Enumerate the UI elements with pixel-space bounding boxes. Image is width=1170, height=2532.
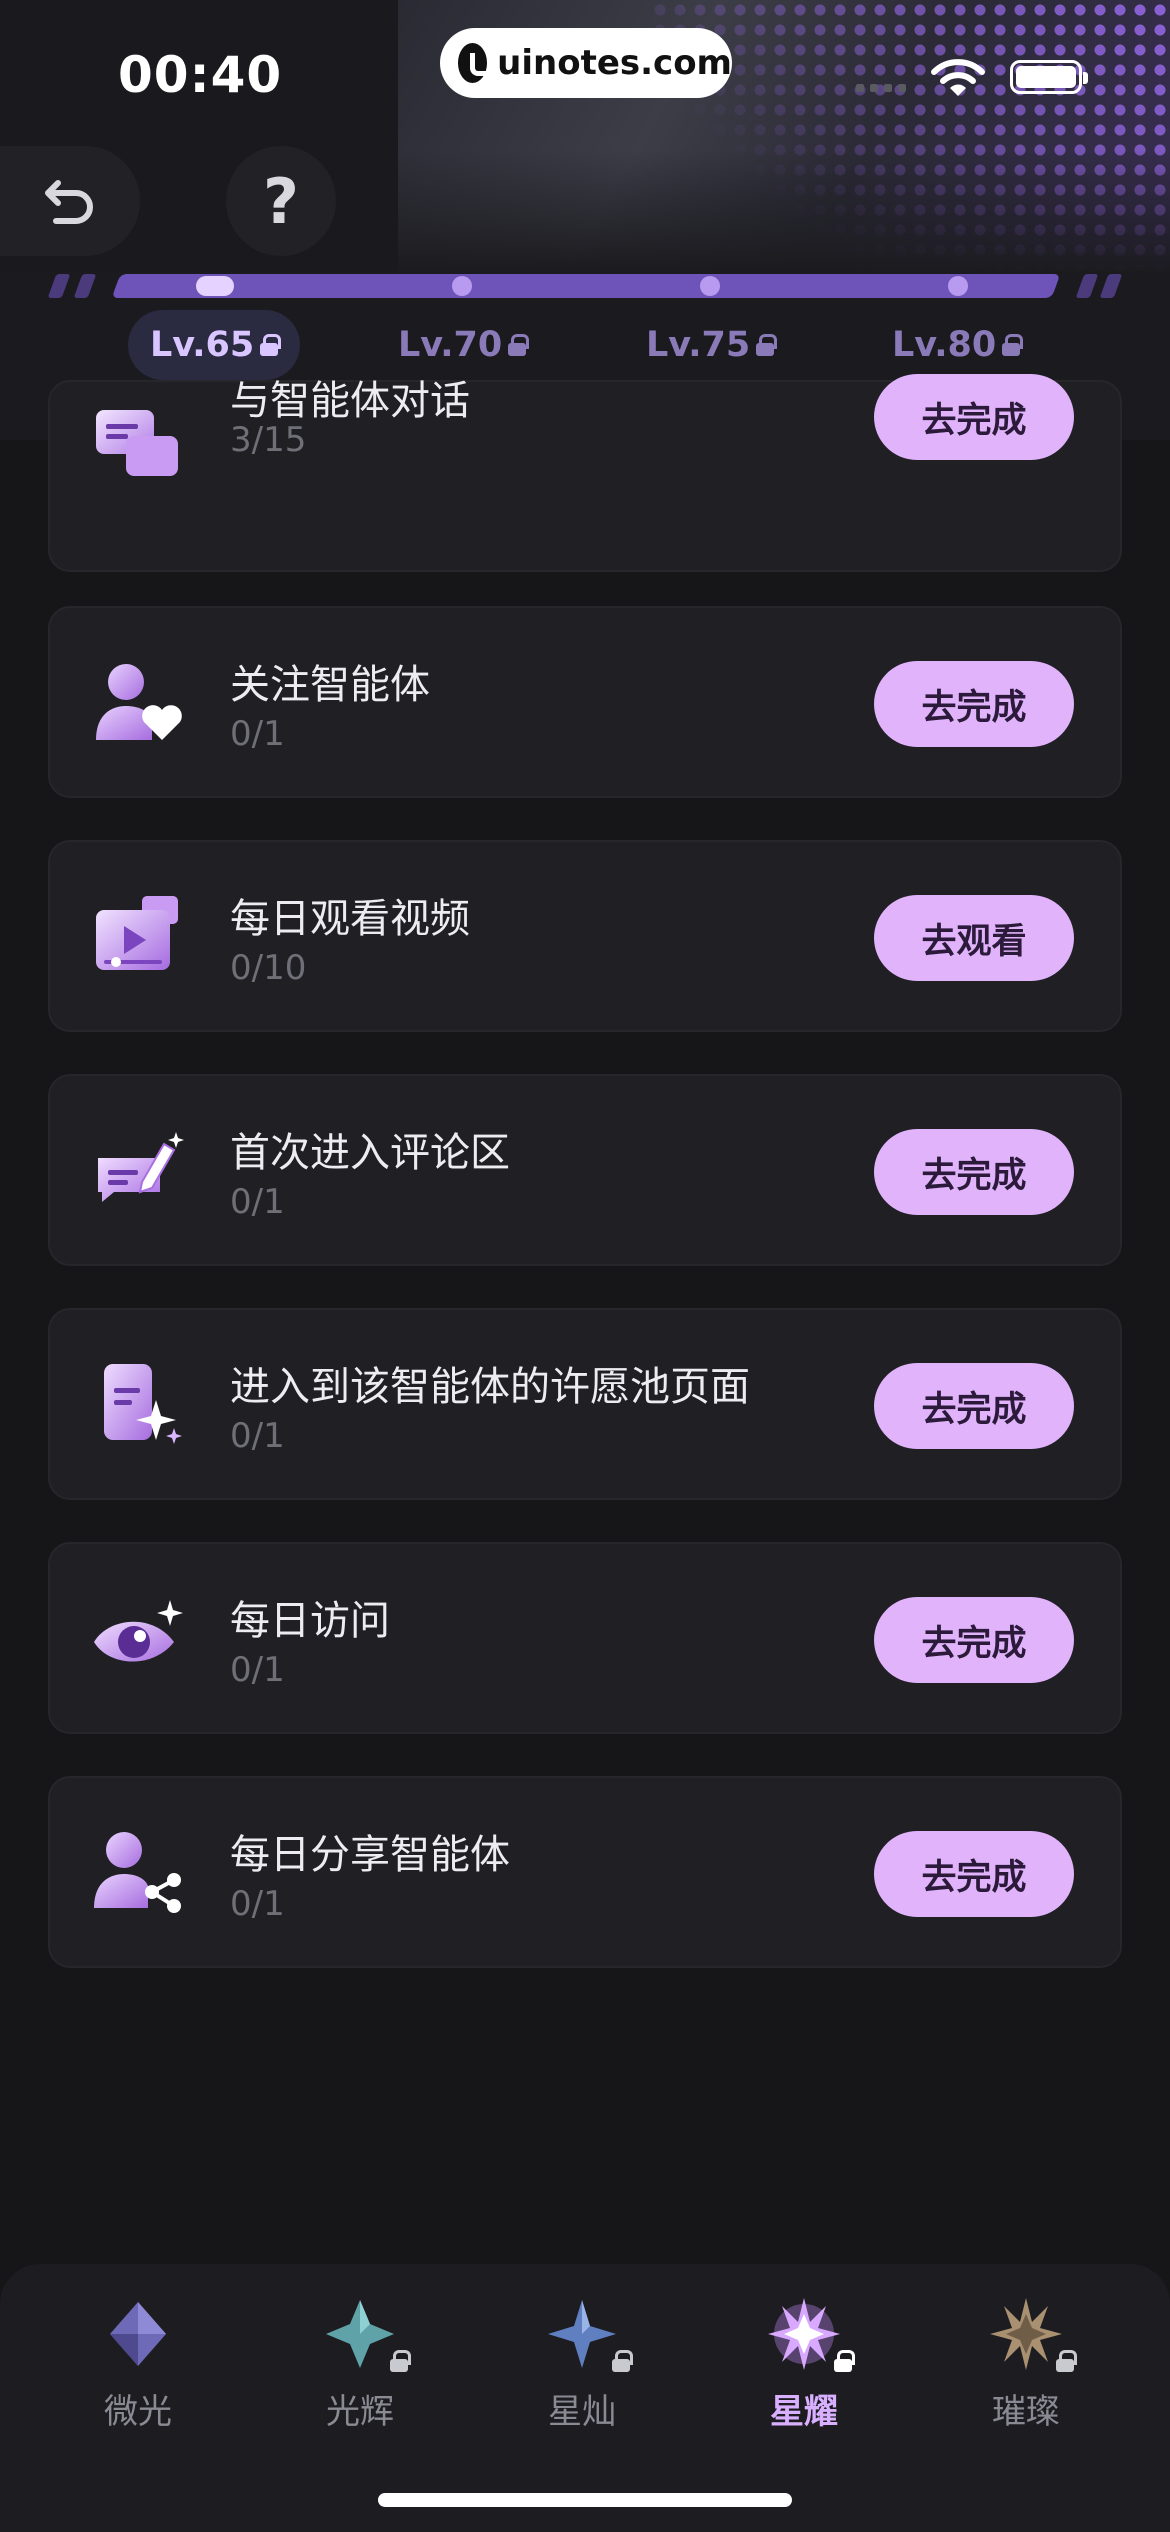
- back-button[interactable]: [0, 146, 140, 256]
- lock-icon: [390, 2350, 412, 2376]
- video-play-icon: [96, 896, 178, 970]
- wifi-icon: [931, 59, 985, 96]
- star-gem-icon: [326, 2300, 394, 2368]
- help-icon: ?: [263, 164, 299, 238]
- task-action-button[interactable]: 去完成: [874, 1129, 1074, 1215]
- tier-tab-cuican[interactable]: 璀璨: [946, 2296, 1106, 2436]
- user-share-icon: [94, 1832, 181, 1913]
- task-center-screen: 00:40 uinotes.com ? Lv.65 Lv.70 Lv.75 Lv…: [0, 0, 1170, 2532]
- track-cap-right-2: [1099, 274, 1123, 298]
- hero-fade: [398, 150, 1170, 272]
- task-action-button[interactable]: 去完成: [874, 661, 1074, 747]
- star-gem-icon: [990, 2298, 1062, 2370]
- lock-icon: [612, 2350, 634, 2376]
- track-cap-right: [1075, 274, 1099, 298]
- glowing-star-gem-icon: [768, 2298, 840, 2370]
- help-button[interactable]: ?: [226, 146, 336, 256]
- task-card: 每日观看视频 0/10 去观看: [48, 840, 1122, 1032]
- level-label: Lv.65: [150, 325, 255, 365]
- task-title: 每日分享智能体: [230, 1832, 510, 1878]
- tier-tab-weiguang[interactable]: 微光: [58, 2296, 218, 2436]
- task-action-button[interactable]: 去完成: [874, 1363, 1074, 1449]
- task-card: 每日访问 0/1 去完成: [48, 1542, 1122, 1734]
- lock-icon: [260, 334, 282, 356]
- level-tab-75[interactable]: Lv.75: [624, 310, 796, 380]
- cellular-signal-icon: [856, 84, 906, 92]
- tier-tab-xingcan[interactable]: 星灿: [502, 2296, 662, 2436]
- comment-pen-icon: [98, 1132, 184, 1202]
- tier-name: 星耀: [770, 2392, 838, 2432]
- task-card: 进入到该智能体的许愿池页面 0/1 去完成: [48, 1308, 1122, 1500]
- task-progress: 0/1: [230, 1884, 285, 1924]
- level-node: [452, 276, 472, 296]
- watermark-logo-icon: [458, 43, 497, 83]
- task-title: 每日观看视频: [230, 896, 470, 942]
- task-action-button[interactable]: 去完成: [874, 374, 1074, 460]
- chat-bubbles-icon: [96, 410, 178, 476]
- task-card: 与智能体对话 3/15 去完成: [48, 374, 1122, 572]
- level-tab-80[interactable]: Lv.80: [870, 310, 1042, 380]
- lock-icon: [756, 334, 778, 356]
- tier-tab-bar: 微光 光辉 星灿 星耀 璀璨: [0, 2264, 1170, 2532]
- level-node: [948, 276, 968, 296]
- track-cap-left-2: [73, 274, 97, 298]
- task-progress: 0/10: [230, 948, 307, 988]
- track-cap-left: [47, 274, 71, 298]
- undo-icon: [45, 180, 93, 224]
- task-list: 与智能体对话 3/15 去完成 关注智能体 0/1 去完成 每日观看视频 0/1…: [0, 374, 1170, 2240]
- task-progress: 0/1: [230, 714, 285, 754]
- tier-tab-xingyao[interactable]: 星耀: [724, 2296, 884, 2436]
- level-progress-track: [47, 272, 1123, 300]
- tier-name: 微光: [104, 2392, 172, 2432]
- task-progress: 0/1: [230, 1650, 285, 1690]
- task-title: 与智能体对话: [230, 378, 470, 424]
- level-tabs: Lv.65 Lv.70 Lv.75 Lv.80: [0, 310, 1170, 380]
- watermark-badge: uinotes.com: [440, 28, 732, 98]
- user-heart-icon: [96, 664, 182, 740]
- level-label: Lv.75: [646, 325, 751, 365]
- level-label: Lv.70: [398, 325, 503, 365]
- battery-icon: [1010, 60, 1088, 94]
- task-title: 每日访问: [230, 1598, 390, 1644]
- task-progress: 0/1: [230, 1416, 285, 1456]
- lock-icon: [834, 2350, 856, 2376]
- level-progress-bar: [111, 274, 1061, 298]
- lock-icon: [1002, 334, 1024, 356]
- tier-name: 璀璨: [992, 2392, 1060, 2432]
- eye-sparkle-icon: [94, 1600, 183, 1662]
- home-indicator: [378, 2493, 792, 2507]
- diamond-gem-icon: [110, 2302, 166, 2366]
- task-title: 关注智能体: [230, 662, 430, 708]
- watermark-text: uinotes.com: [497, 43, 732, 83]
- tier-tab-guanghui[interactable]: 光辉: [280, 2296, 440, 2436]
- level-node: [700, 276, 720, 296]
- level-label: Lv.80: [892, 325, 997, 365]
- task-progress: 0/1: [230, 1182, 285, 1222]
- phone-sparkle-icon: [104, 1364, 182, 1444]
- star-gem-icon: [548, 2300, 616, 2368]
- tier-name: 星灿: [548, 2392, 616, 2432]
- task-card: 每日分享智能体 0/1 去完成: [48, 1776, 1122, 1968]
- task-card: 关注智能体 0/1 去完成: [48, 606, 1122, 798]
- task-action-button[interactable]: 去完成: [874, 1831, 1074, 1917]
- task-action-button[interactable]: 去完成: [874, 1597, 1074, 1683]
- lock-icon: [508, 334, 530, 356]
- task-action-button[interactable]: 去观看: [874, 895, 1074, 981]
- level-node-current: [196, 276, 234, 296]
- task-progress: 3/15: [230, 420, 307, 460]
- task-title: 进入到该智能体的许愿池页面: [230, 1364, 750, 1410]
- tier-name: 光辉: [326, 2392, 394, 2432]
- task-title: 首次进入评论区: [230, 1130, 510, 1176]
- lock-icon: [1056, 2350, 1078, 2376]
- task-card: 首次进入评论区 0/1 去完成: [48, 1074, 1122, 1266]
- status-time: 00:40: [118, 46, 283, 104]
